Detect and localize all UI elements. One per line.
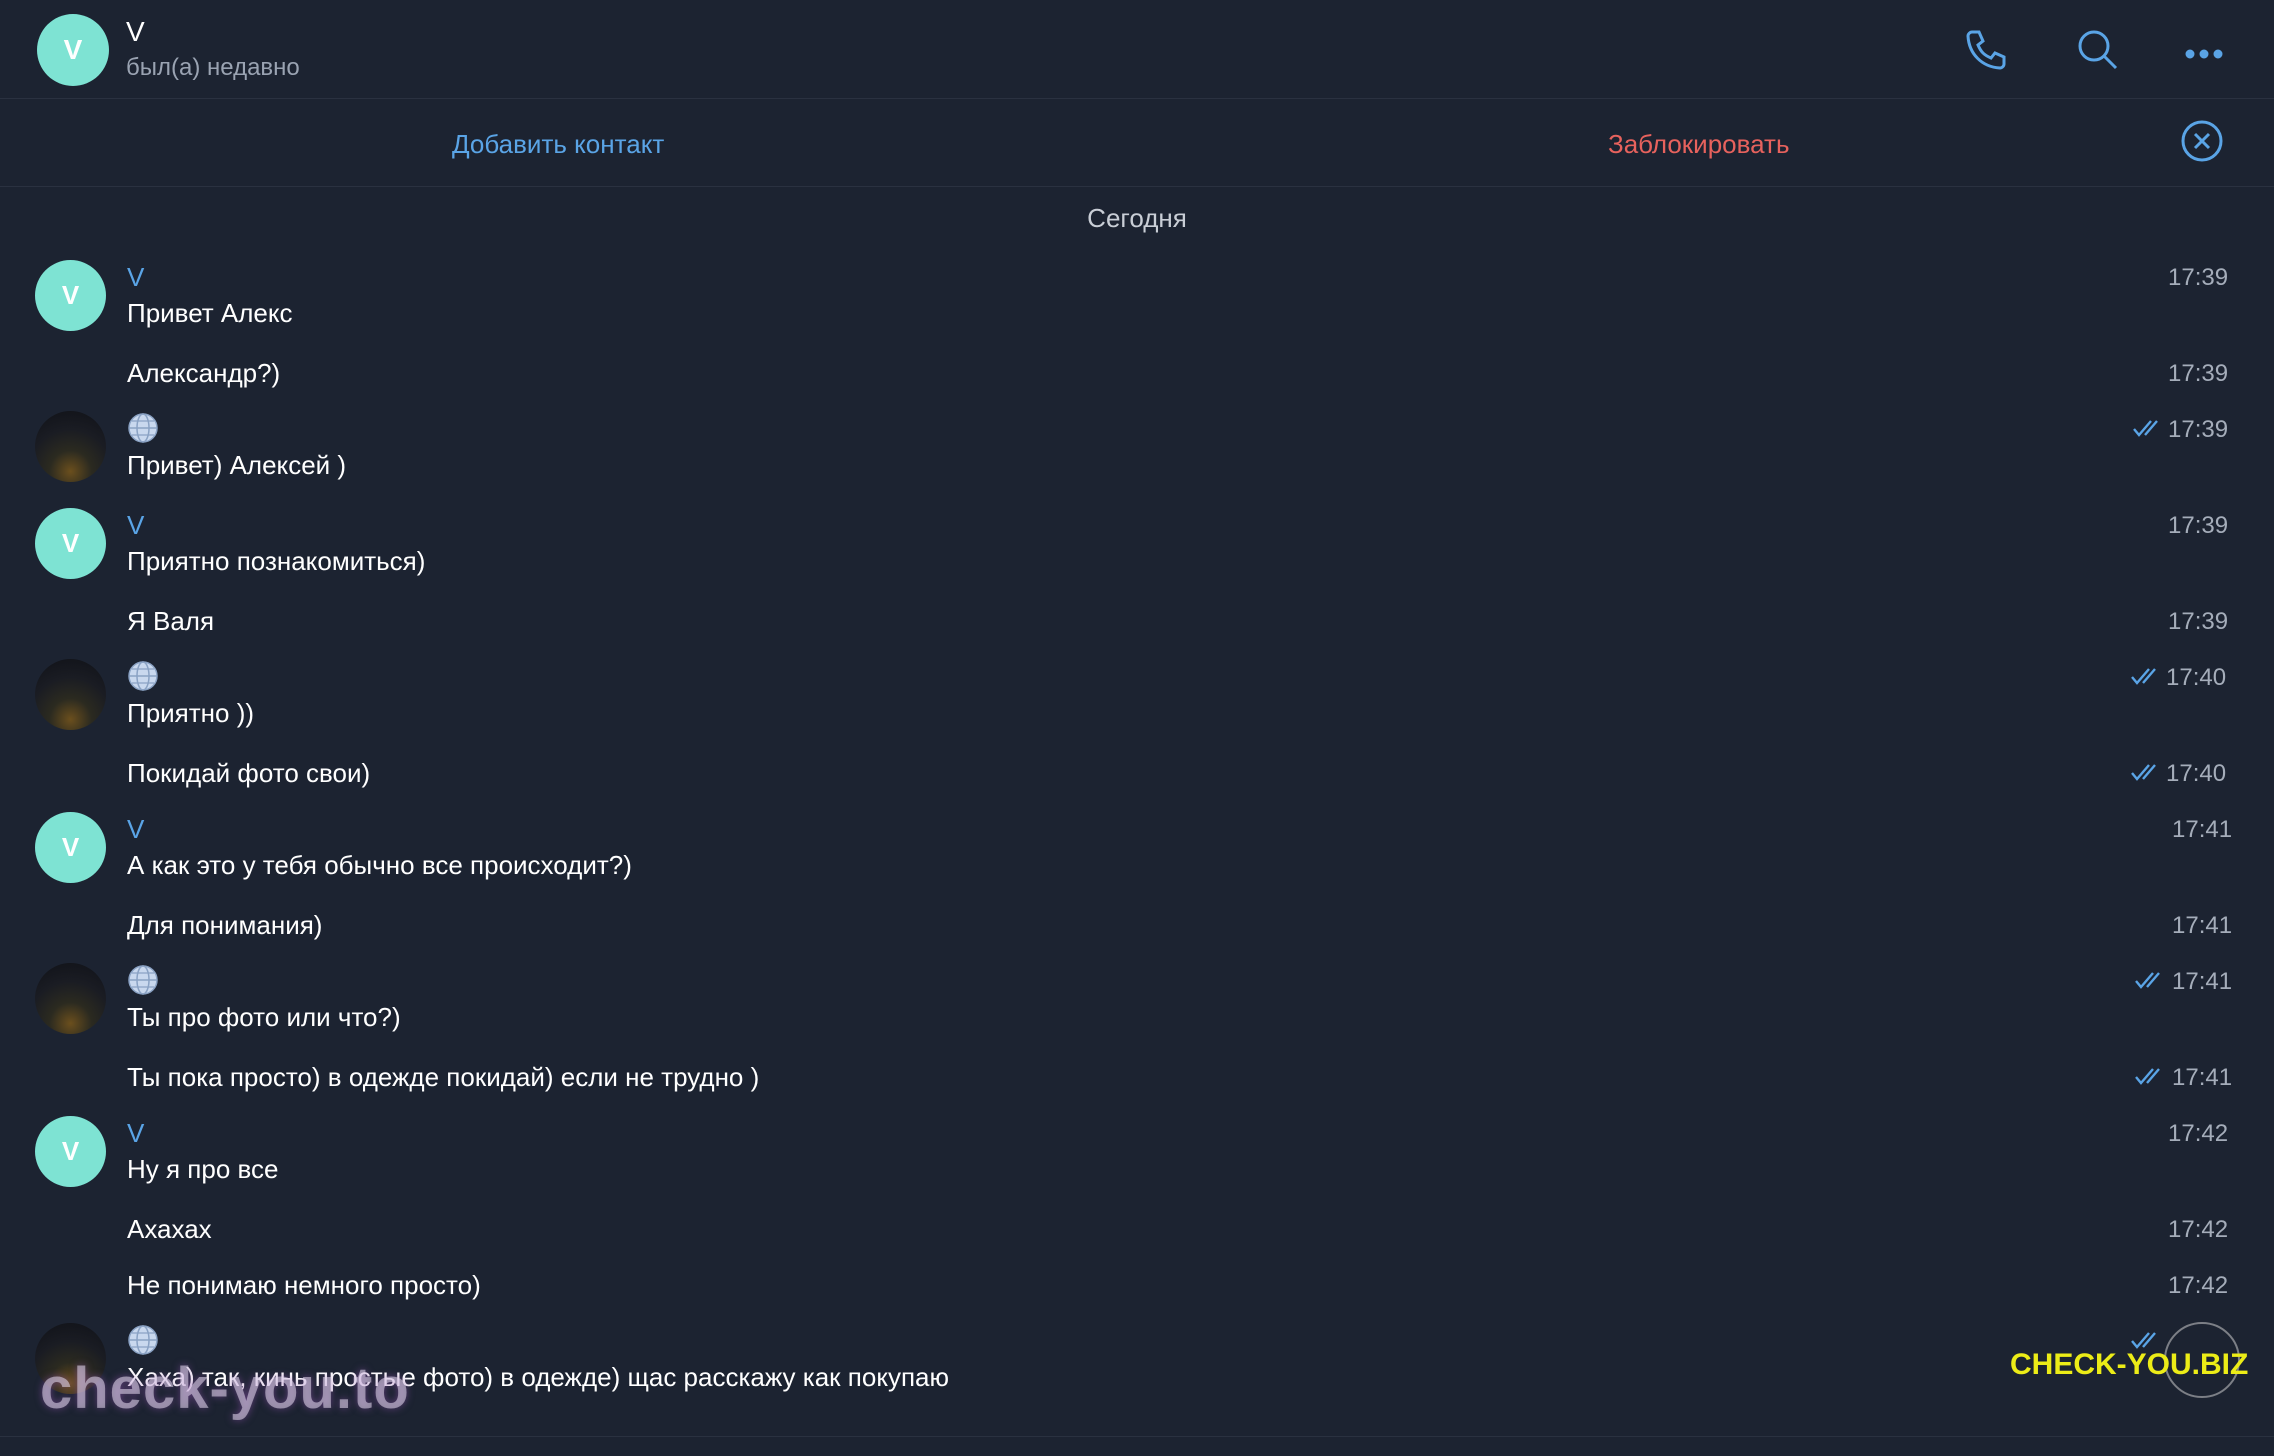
sender-name[interactable]: V bbox=[127, 814, 144, 845]
read-check-icon bbox=[2130, 666, 2162, 686]
message-time: 17:42 bbox=[2168, 1120, 2229, 1147]
divider bbox=[0, 1436, 2274, 1437]
message-text[interactable]: Я Валя bbox=[127, 606, 214, 637]
message-time: 17:41 bbox=[2172, 968, 2233, 995]
more-button[interactable] bbox=[2176, 22, 2232, 78]
phone-icon bbox=[1966, 30, 2006, 70]
message-text[interactable]: Ты про фото или что?) bbox=[127, 1002, 401, 1033]
globe-icon bbox=[128, 661, 158, 691]
read-check-icon bbox=[2134, 1066, 2166, 1086]
own-avatar[interactable] bbox=[35, 659, 106, 730]
message-text[interactable]: Приятно )) bbox=[127, 698, 254, 729]
sender-name[interactable]: V bbox=[127, 262, 144, 293]
more-icon bbox=[2185, 49, 2223, 59]
sender-name[interactable]: V bbox=[127, 1118, 144, 1149]
message-time: 17:39 bbox=[2168, 416, 2229, 443]
message-time: 17:42 bbox=[2168, 1216, 2229, 1243]
globe-icon bbox=[128, 965, 158, 995]
message-text[interactable]: Ну я про все bbox=[127, 1154, 279, 1185]
sender-name[interactable]: V bbox=[127, 510, 144, 541]
message-text[interactable]: Привет) Алексей ) bbox=[127, 450, 346, 481]
message-time: 17:41 bbox=[2172, 816, 2233, 843]
message-time: 17:39 bbox=[2168, 512, 2229, 539]
sender-avatar[interactable]: V bbox=[35, 812, 106, 883]
close-icon bbox=[2181, 120, 2223, 162]
message-text[interactable]: Ахахах bbox=[127, 1214, 212, 1245]
chat-header: V V был(а) недавно bbox=[0, 0, 2274, 99]
contact-action-bar: Добавить контакт Заблокировать bbox=[0, 99, 2274, 187]
sender-avatar[interactable]: V bbox=[35, 1116, 106, 1187]
read-check-icon bbox=[2132, 418, 2164, 438]
search-icon bbox=[2078, 30, 2118, 70]
call-button[interactable] bbox=[1958, 22, 2014, 78]
contact-status: был(а) недавно bbox=[126, 54, 300, 81]
own-avatar[interactable] bbox=[35, 963, 106, 1034]
date-separator: Сегодня bbox=[1087, 203, 1187, 233]
globe-icon bbox=[128, 1325, 158, 1355]
read-check-icon bbox=[2130, 762, 2162, 782]
sender-avatar[interactable]: V bbox=[35, 508, 106, 579]
watermark-right: CHECK-YOU.BIZ bbox=[2010, 1348, 2249, 1381]
message-time: 17:39 bbox=[2168, 264, 2229, 291]
message-text[interactable]: Привет Алекс bbox=[127, 298, 293, 329]
add-contact-button[interactable]: Добавить контакт bbox=[452, 129, 664, 160]
message-time: 17:41 bbox=[2172, 1064, 2233, 1091]
message-text[interactable]: Александр?) bbox=[127, 358, 280, 389]
search-button[interactable] bbox=[2070, 22, 2126, 78]
message-text[interactable]: А как это у тебя обычно все происходит?) bbox=[127, 850, 632, 881]
message-text[interactable]: Приятно познакомиться) bbox=[127, 546, 425, 577]
own-avatar[interactable] bbox=[35, 411, 106, 482]
read-check-icon bbox=[2134, 970, 2166, 990]
message-time: 17:42 bbox=[2168, 1272, 2229, 1299]
watermark-left: check-you.to bbox=[40, 1356, 410, 1421]
contact-name[interactable]: V bbox=[126, 16, 145, 48]
message-text[interactable]: Для понимания) bbox=[127, 910, 322, 941]
message-time: 17:39 bbox=[2168, 608, 2229, 635]
sender-avatar[interactable]: V bbox=[35, 260, 106, 331]
read-check-icon bbox=[2130, 1330, 2162, 1350]
message-time: 17:41 bbox=[2172, 912, 2233, 939]
block-button[interactable]: Заблокировать bbox=[1608, 129, 1790, 160]
message-time: 17:40 bbox=[2166, 664, 2227, 691]
message-text[interactable]: Ты пока просто) в одежде покидай) если н… bbox=[127, 1062, 759, 1093]
message-time: 17:40 bbox=[2166, 760, 2227, 787]
message-text[interactable]: Покидай фото свои) bbox=[127, 758, 370, 789]
message-time: 17:39 bbox=[2168, 360, 2229, 387]
message-text[interactable]: Не понимаю немного просто) bbox=[127, 1270, 481, 1301]
contact-avatar[interactable]: V bbox=[37, 14, 109, 86]
close-action-bar-button[interactable] bbox=[2181, 120, 2223, 162]
globe-icon bbox=[128, 413, 158, 443]
